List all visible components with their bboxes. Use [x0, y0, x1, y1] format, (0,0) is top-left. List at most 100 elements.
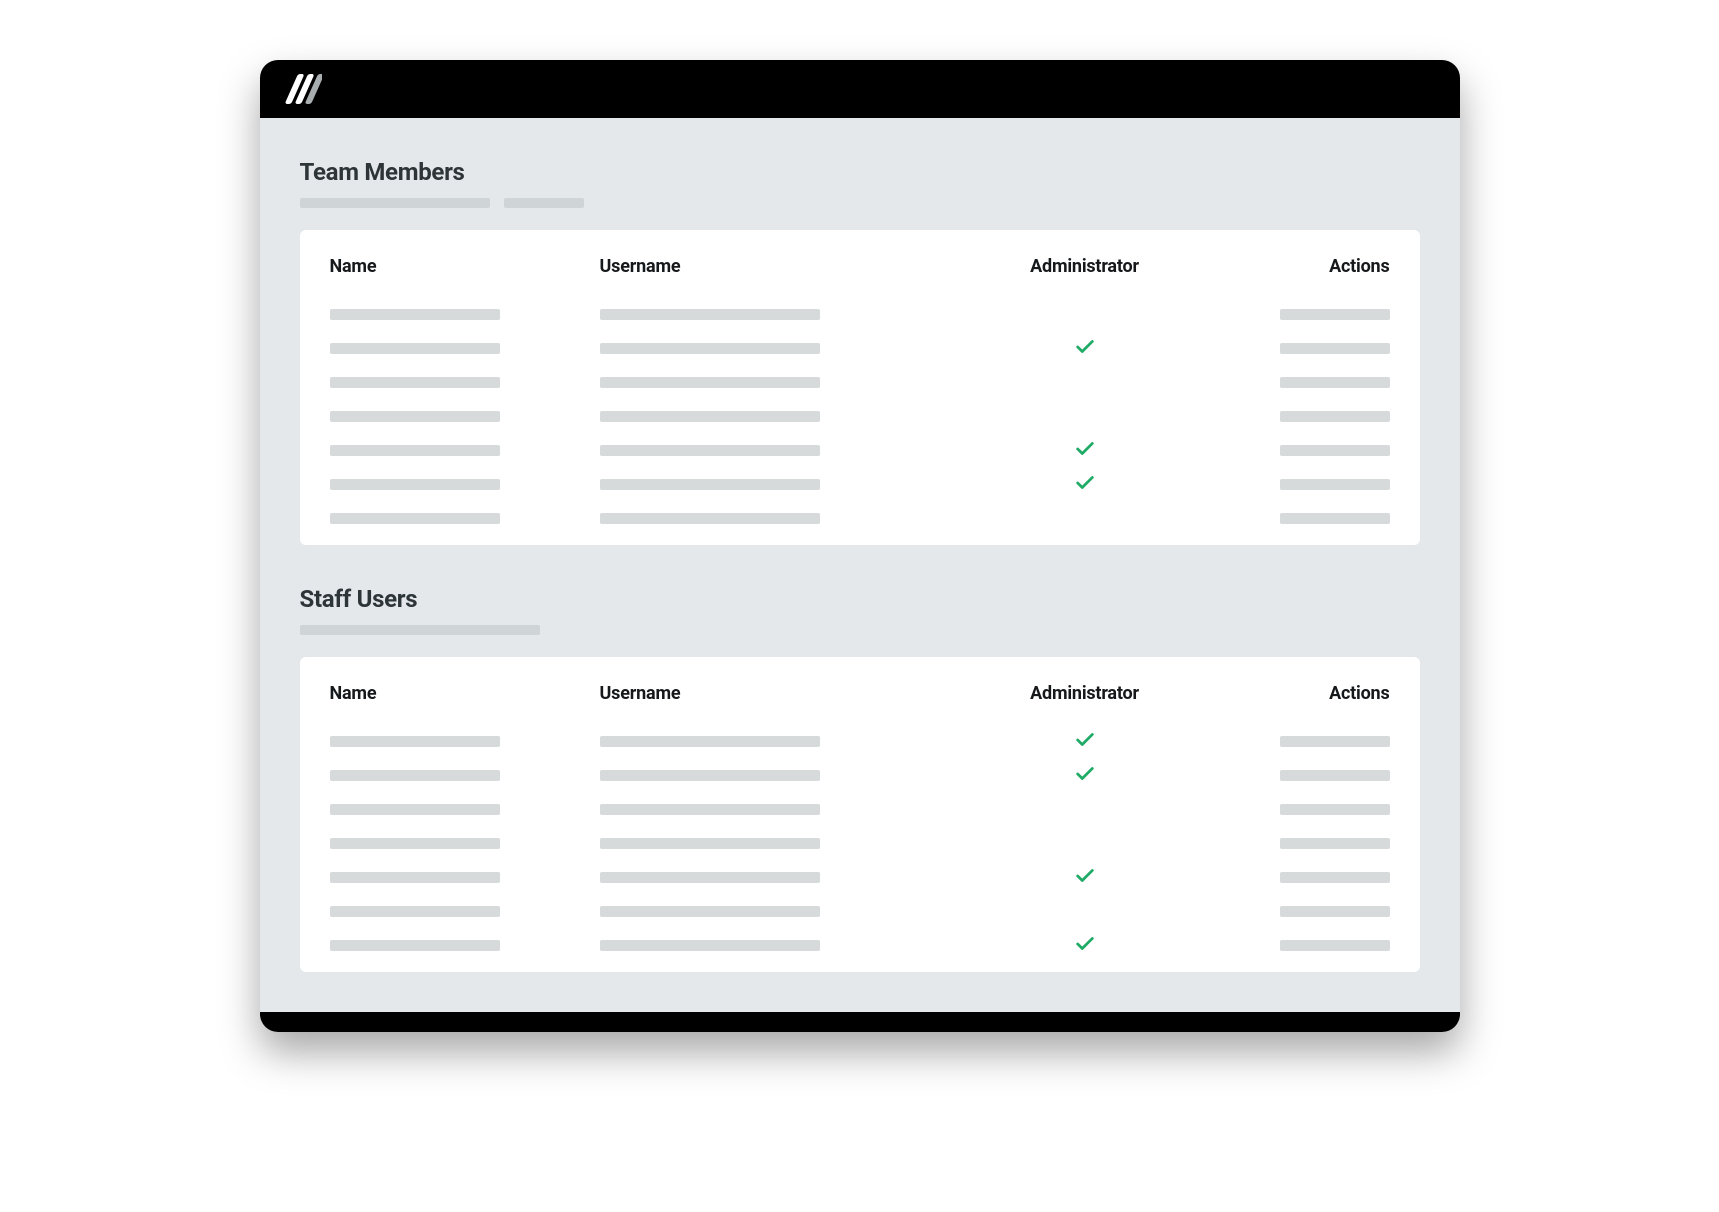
- check-icon: [1074, 864, 1096, 890]
- cell-actions[interactable]: [1250, 309, 1390, 320]
- placeholder-bar: [330, 804, 500, 815]
- cell-username: [600, 872, 920, 883]
- cell-username: [600, 411, 920, 422]
- table-row: [330, 331, 1390, 365]
- cell-username: [600, 479, 920, 490]
- cell-username: [600, 906, 920, 917]
- table-header: NameUsernameAdministratorActions: [330, 683, 1390, 704]
- table-card: NameUsernameAdministratorActions: [300, 230, 1420, 545]
- table-row: [330, 894, 1390, 928]
- table-row: [330, 297, 1390, 331]
- check-icon: [1074, 762, 1096, 788]
- placeholder-bar: [1280, 479, 1390, 490]
- placeholder-bar: [600, 906, 820, 917]
- cell-administrator: [920, 437, 1250, 463]
- placeholder-bar: [600, 770, 820, 781]
- placeholder-bar: [600, 940, 820, 951]
- cell-actions[interactable]: [1250, 513, 1390, 524]
- cell-actions[interactable]: [1250, 770, 1390, 781]
- table-row: [330, 467, 1390, 501]
- section-subtitle-placeholder-row: [300, 198, 1420, 208]
- placeholder-bar: [1280, 872, 1390, 883]
- cell-username: [600, 513, 920, 524]
- titlebar: [260, 60, 1460, 118]
- content-area: Team MembersNameUsernameAdministratorAct…: [260, 118, 1460, 972]
- table-row: [330, 399, 1390, 433]
- table-row: [330, 928, 1390, 962]
- cell-actions[interactable]: [1250, 838, 1390, 849]
- column-header-username: Username: [600, 683, 920, 704]
- column-header-actions: Actions: [1250, 683, 1390, 704]
- placeholder-bar: [330, 770, 500, 781]
- table-row: [330, 826, 1390, 860]
- cell-username: [600, 309, 920, 320]
- placeholder-bar: [330, 940, 500, 951]
- placeholder-bar: [504, 198, 584, 208]
- placeholder-bar: [1280, 513, 1390, 524]
- cell-name: [330, 940, 600, 951]
- placeholder-bar: [330, 445, 500, 456]
- cell-administrator: [920, 728, 1250, 754]
- table-row: [330, 860, 1390, 894]
- placeholder-bar: [330, 513, 500, 524]
- table-row: [330, 433, 1390, 467]
- cell-name: [330, 343, 600, 354]
- section: Staff Users NameUsernameAdministratorActi…: [300, 585, 1420, 972]
- placeholder-bar: [600, 445, 820, 456]
- check-icon: [1074, 932, 1096, 958]
- cell-username: [600, 940, 920, 951]
- cell-actions[interactable]: [1250, 445, 1390, 456]
- placeholder-bar: [330, 377, 500, 388]
- cell-actions[interactable]: [1250, 906, 1390, 917]
- placeholder-bar: [600, 838, 820, 849]
- cell-actions[interactable]: [1250, 804, 1390, 815]
- placeholder-bar: [1280, 343, 1390, 354]
- placeholder-bar: [330, 872, 500, 883]
- cell-actions[interactable]: [1250, 343, 1390, 354]
- placeholder-bar: [600, 804, 820, 815]
- placeholder-bar: [1280, 411, 1390, 422]
- placeholder-bar: [1280, 804, 1390, 815]
- cell-name: [330, 377, 600, 388]
- table-row: [330, 365, 1390, 399]
- cell-username: [600, 838, 920, 849]
- cell-name: [330, 513, 600, 524]
- cell-username: [600, 804, 920, 815]
- placeholder-bar: [330, 309, 500, 320]
- placeholder-bar: [300, 625, 540, 635]
- app-window: Team MembersNameUsernameAdministratorAct…: [260, 60, 1460, 1032]
- cell-administrator: [920, 762, 1250, 788]
- placeholder-bar: [1280, 309, 1390, 320]
- cell-name: [330, 804, 600, 815]
- cell-name: [330, 838, 600, 849]
- placeholder-bar: [300, 198, 490, 208]
- bottom-bar: [260, 1012, 1460, 1032]
- cell-actions[interactable]: [1250, 736, 1390, 747]
- cell-username: [600, 377, 920, 388]
- cell-administrator: [920, 932, 1250, 958]
- placeholder-bar: [330, 838, 500, 849]
- cell-actions[interactable]: [1250, 377, 1390, 388]
- placeholder-bar: [330, 343, 500, 354]
- placeholder-bar: [1280, 445, 1390, 456]
- cell-actions[interactable]: [1250, 479, 1390, 490]
- check-icon: [1074, 471, 1096, 497]
- placeholder-bar: [600, 736, 820, 747]
- cell-username: [600, 445, 920, 456]
- placeholder-bar: [1280, 940, 1390, 951]
- cell-actions[interactable]: [1250, 872, 1390, 883]
- section-subtitle-placeholder-row: [300, 625, 1420, 635]
- cell-name: [330, 770, 600, 781]
- table-row: [330, 501, 1390, 535]
- table-card: NameUsernameAdministratorActions: [300, 657, 1420, 972]
- placeholder-bar: [1280, 906, 1390, 917]
- column-header-administrator: Administrator: [920, 256, 1250, 277]
- placeholder-bar: [600, 377, 820, 388]
- check-icon: [1074, 728, 1096, 754]
- section-title: Staff Users: [300, 585, 1420, 613]
- cell-actions[interactable]: [1250, 411, 1390, 422]
- placeholder-bar: [600, 513, 820, 524]
- check-icon: [1074, 437, 1096, 463]
- cell-name: [330, 906, 600, 917]
- cell-actions[interactable]: [1250, 940, 1390, 951]
